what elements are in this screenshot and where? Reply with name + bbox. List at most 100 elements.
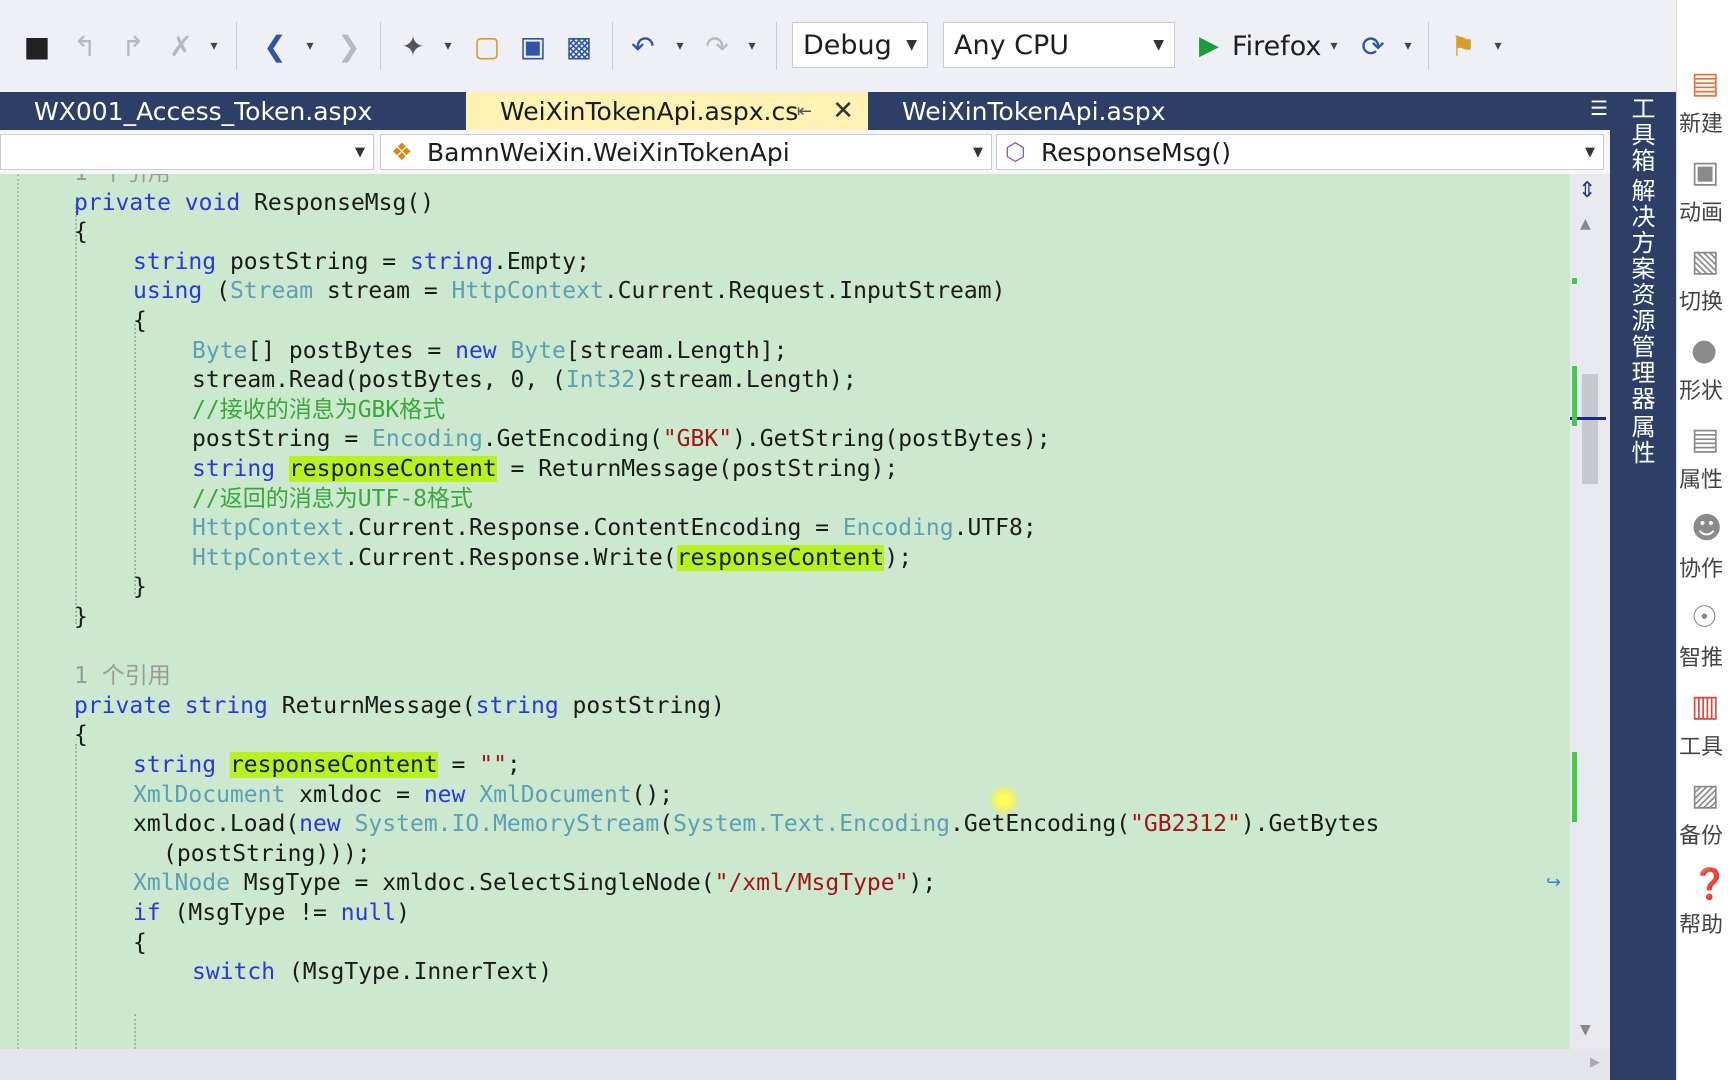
back-dropdown-icon[interactable]: ▾ [302,24,318,68]
redo-icon[interactable]: ↷ [700,24,734,68]
code-token: "" [479,752,507,778]
run-target-dropdown-icon[interactable]: ▾ [1326,24,1342,68]
code-line: string responseContent = ""; [133,750,521,780]
tab-label: WeiXinTokenApi.aspx.cs [500,96,799,126]
redo-dropdown-icon[interactable]: ▾ [744,24,760,68]
type-dropdown[interactable]: ❖ BamnWeiXin.WeiXinTokenApi ▼ [380,134,992,170]
new-project-dropdown-icon[interactable]: ▾ [440,24,456,68]
code-token: private [74,189,171,216]
right-panel-item[interactable]: ☉ 智推 [1677,600,1728,680]
right-panel-item[interactable]: ☻ 协作 [1677,511,1728,591]
right-panel-item[interactable]: ▤ 新建 [1677,66,1728,146]
highlighted-reference: responseContent [229,752,438,778]
right-app-panel: ▤ 新建 ▣ 动画 ▧ 切换 ● 形状 ▤ 属性 ☻ 协作 ☉ 智推 ▥ 工具 ▨ 备份 ❓ 帮助 [1676,0,1728,1080]
code-token: xmldoc = [285,781,424,808]
back-icon[interactable]: ❮ [258,24,292,68]
clear-bookmarks-icon[interactable]: ✗ [166,24,196,68]
save-all-icon[interactable]: ▩ [562,24,596,68]
indent-guide [134,1014,136,1049]
right-panel-label: 属性 [1679,468,1724,493]
tab-list-dropdown-icon[interactable]: ☰ [1590,96,1608,120]
editor-horizontal-scrollbar[interactable]: ▶ [0,1049,1610,1080]
animation-icon: ▣ [1691,155,1720,190]
chevron-down-icon: ▼ [973,144,983,160]
right-panel-label: 协作 [1679,557,1724,582]
toolbar-overflow-icon[interactable]: ▾ [206,24,222,68]
save-icon[interactable]: ▣ [516,24,550,68]
refresh-dropdown-icon[interactable]: ▾ [1400,24,1416,68]
tab-weixintokenapi-cs[interactable]: WeiXinTokenApi.aspx.cs ⇤ ✕ [466,92,868,130]
shape-icon: ● [1691,333,1718,368]
code-token: string [184,692,268,719]
right-panel-item[interactable]: ▣ 动画 [1677,155,1728,235]
editor-vertical-scrollbar[interactable]: ⇕ ▲ ▼ ↪ [1546,174,1610,1049]
scrollbar-thumb[interactable] [1582,374,1598,484]
code-token: ( [202,278,230,305]
code-line: } [74,602,88,632]
right-panel-label: 帮助 [1679,913,1724,938]
side-tab-properties[interactable]: 属性 [1624,414,1659,466]
code-line: private void ResponseMsg() [74,188,434,218]
scroll-right-icon[interactable]: ▶ [1590,1055,1600,1070]
code-token: } [133,574,147,601]
code-token: xmldoc.Load( [133,811,300,838]
code-token: postString) [558,692,725,719]
right-panel-item[interactable]: ▤ 属性 [1677,422,1728,502]
next-bookmark-icon[interactable]: ↱ [118,24,148,68]
code-token: [stream.Length]; [565,337,788,364]
tool-window-strip: 工具箱 解决方案资源管理器 属性 [1610,92,1676,1080]
right-panel-item[interactable]: ❓ 帮助 [1677,867,1728,947]
solution-config-select[interactable]: Debug ▼ [792,22,928,68]
solution-config-value: Debug [803,29,892,61]
code-line: string postString = string.Empty; [133,247,590,277]
bookmark-icon[interactable]: ■ [22,24,52,68]
main-toolbar: ■ ↰ ↱ ✗ ▾ ❮ ▾ ❯ ✦ ▾ ▢ ▣ ▩ ↶ ▾ ↷ ▾ Debug … [0,0,1676,93]
code-token: switch [192,959,276,986]
code-token: string [409,248,494,275]
new-project-icon[interactable]: ✦ [396,24,430,68]
code-token: HttpContext [192,515,345,542]
code-token: private [74,692,171,719]
code-token: .GetEncoding( [482,426,663,453]
open-file-icon[interactable]: ▢ [470,24,504,68]
document-tab-bar: WX001_Access_Token.aspx WeiXinTokenApi.a… [0,92,1622,130]
member-dropdown[interactable]: ⬡ ResponseMsg() ▼ [996,134,1604,170]
split-window-icon[interactable]: ⇕ [1578,178,1596,203]
project-dropdown[interactable]: ▼ [0,134,374,170]
refresh-icon[interactable]: ⟳ [1356,24,1390,68]
code-token: .GetEncoding( [950,811,1131,838]
code-token: } [74,604,88,630]
close-icon[interactable]: ✕ [832,96,854,126]
right-panel-item[interactable]: ▥ 工具 [1677,689,1728,769]
side-tab-solution-explorer[interactable]: 解决方案资源管理器 [1624,178,1659,412]
toolbar-options-icon[interactable]: ▾ [1490,24,1506,68]
code-token: Int32 [565,367,636,394]
right-panel-item[interactable]: ▨ 备份 [1677,778,1728,858]
start-debug-button[interactable]: Firefox [1232,24,1336,68]
tab-wx001-access-token[interactable]: WX001_Access_Token.aspx [0,92,466,130]
code-token: new [299,811,341,838]
scroll-down-icon[interactable]: ▼ [1580,1022,1591,1038]
side-tab-toolbox[interactable]: 工具箱 [1624,96,1659,174]
prev-bookmark-icon[interactable]: ↰ [70,24,100,68]
tab-weixintokenapi-aspx[interactable]: WeiXinTokenApi.aspx [868,92,1244,130]
code-token: postString = [192,426,373,453]
code-line: switch (MsgType.InnerText) [192,957,552,987]
code-editor[interactable]: 1 个引用private void ResponseMsg(){string p… [0,174,1570,1049]
start-debug-icon[interactable]: ▶ [1194,24,1224,68]
code-token: ) [396,900,410,926]
right-panel-item[interactable]: ▧ 切换 [1677,244,1728,324]
forward-icon[interactable]: ❯ [332,24,366,68]
solution-platform-select[interactable]: Any CPU ▼ [943,22,1175,68]
undo-dropdown-icon[interactable]: ▾ [672,24,688,68]
scroll-up-icon[interactable]: ▲ [1580,216,1591,232]
code-token: )stream.Length); [635,367,857,394]
pin-icon[interactable]: ⇤ [797,101,812,122]
right-panel-item[interactable]: ● 形状 [1677,333,1728,413]
code-token: "GBK" [662,426,733,453]
find-in-files-icon[interactable]: ⚑ [1446,24,1480,68]
undo-icon[interactable]: ↶ [626,24,660,68]
code-token: ResponseMsg() [240,189,435,216]
